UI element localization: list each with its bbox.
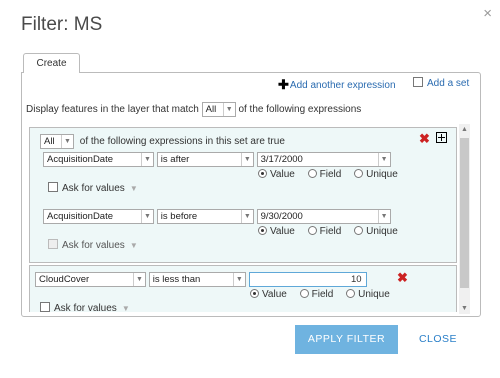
value-type-radios-2: Value Field Unique bbox=[258, 226, 398, 237]
tab-create[interactable]: Create bbox=[23, 53, 80, 73]
operator-select-value: is after bbox=[160, 154, 190, 165]
operator-select-value: is before bbox=[160, 211, 198, 222]
radio-field[interactable] bbox=[299, 289, 309, 298]
radio-unique[interactable] bbox=[346, 289, 356, 298]
add-expression-link[interactable]: ✚Add another expression bbox=[278, 77, 396, 93]
plus-icon: ✚ bbox=[278, 77, 289, 92]
delete-expression-icon[interactable]: ✖ bbox=[397, 271, 408, 285]
expression-set: All ▼ of the following expressions in thi… bbox=[29, 127, 457, 263]
radio-value-label: Value bbox=[270, 226, 295, 237]
scroll-down-icon[interactable]: ▼ bbox=[459, 305, 470, 312]
value-input[interactable]: 10 bbox=[248, 272, 367, 287]
chevron-down-icon: ▼ bbox=[232, 273, 245, 286]
chevron-down-icon: ▼ bbox=[222, 103, 235, 116]
radio-value[interactable] bbox=[258, 169, 267, 178]
expression-row: CloudCover ▼ is less than ▼ 10 bbox=[35, 272, 367, 287]
chevron-down-icon: ▼ bbox=[141, 210, 153, 223]
dialog-title: Filter: MS bbox=[21, 14, 103, 35]
delete-set-icon[interactable]: ✖ bbox=[419, 131, 430, 146]
apply-filter-button[interactable]: APPLY FILTER bbox=[295, 325, 398, 354]
expression: CloudCover ▼ is less than ▼ 10 ✖ Value Fie… bbox=[29, 265, 457, 312]
radio-unique[interactable] bbox=[354, 169, 364, 178]
operator-select[interactable]: is after ▼ bbox=[156, 152, 254, 167]
radio-field-label: Field bbox=[319, 169, 342, 180]
ask-label: Ask for values bbox=[54, 303, 117, 312]
ask-for-values-2[interactable]: Ask for values ▼ bbox=[48, 239, 138, 251]
ask-label: Ask for values bbox=[62, 240, 125, 251]
radio-field[interactable] bbox=[307, 226, 317, 235]
chevron-down-icon: ▼ bbox=[240, 153, 253, 166]
radio-value-label: Value bbox=[262, 289, 287, 300]
match-select-value: All bbox=[205, 104, 217, 115]
scrollbar-thumb[interactable] bbox=[460, 138, 469, 288]
set-match-line: All ▼ of the following expressions in thi… bbox=[40, 134, 285, 149]
radio-field[interactable] bbox=[307, 169, 317, 178]
match-prefix: Display features in the layer that match bbox=[26, 104, 199, 116]
value-type-radios-3: Value Field Unique bbox=[250, 289, 390, 300]
triangle-down-icon: ▼ bbox=[121, 304, 130, 312]
operator-select-value: is less than bbox=[152, 274, 201, 285]
scrollbar[interactable]: ▲ ▼ bbox=[459, 124, 470, 314]
radio-value[interactable] bbox=[250, 289, 259, 298]
radio-unique[interactable] bbox=[354, 226, 364, 235]
match-suffix: of the following expressions bbox=[238, 104, 362, 116]
close-icon[interactable]: × bbox=[483, 6, 492, 21]
chevron-down-icon: ▼ bbox=[377, 153, 390, 166]
add-set-label: Add a set bbox=[427, 78, 470, 89]
radio-field-label: Field bbox=[311, 289, 334, 300]
set-match-select-value: All bbox=[44, 136, 55, 147]
match-line: Display features in the layer that match… bbox=[26, 102, 361, 117]
add-expression-label: Add another expression bbox=[289, 80, 396, 91]
close-button[interactable]: CLOSE bbox=[410, 325, 466, 354]
chevron-down-icon: ▼ bbox=[133, 273, 145, 286]
add-set-box[interactable] bbox=[413, 77, 423, 87]
ask-for-values-3[interactable]: Ask for values ▼ bbox=[40, 302, 130, 312]
radio-unique-label: Unique bbox=[366, 226, 398, 237]
chevron-down-icon: ▼ bbox=[141, 153, 153, 166]
ask-for-values-1[interactable]: Ask for values ▼ bbox=[48, 182, 138, 194]
add-set-checkbox[interactable]: Add a set bbox=[413, 77, 469, 89]
set-match-text: of the following expressions in this set… bbox=[79, 136, 285, 148]
value-input-text: 9/30/2000 bbox=[260, 211, 303, 222]
add-to-set-icon[interactable] bbox=[435, 132, 447, 143]
radio-value-label: Value bbox=[270, 169, 295, 180]
radio-field-label: Field bbox=[319, 226, 342, 237]
radio-unique-label: Unique bbox=[358, 289, 390, 300]
value-type-radios-1: Value Field Unique bbox=[258, 169, 398, 180]
field-select[interactable]: AcquisitionDate ▼ bbox=[43, 152, 154, 167]
ask-checkbox[interactable] bbox=[40, 302, 50, 312]
chevron-down-icon: ▼ bbox=[61, 135, 73, 148]
field-select[interactable]: CloudCover ▼ bbox=[35, 272, 146, 287]
match-select[interactable]: All ▼ bbox=[201, 102, 236, 117]
set-match-select[interactable]: All ▼ bbox=[40, 134, 74, 149]
set-expression-2: AcquisitionDate ▼ is before ▼ 9/30/2000 ▼ bbox=[43, 209, 391, 224]
radio-value[interactable] bbox=[258, 226, 267, 235]
ask-checkbox[interactable] bbox=[48, 182, 58, 192]
value-input[interactable]: 3/17/2000 ▼ bbox=[256, 152, 391, 167]
triangle-down-icon: ▼ bbox=[129, 184, 138, 193]
radio-unique-label: Unique bbox=[366, 169, 398, 180]
operator-select[interactable]: is before ▼ bbox=[156, 209, 254, 224]
scroll-up-icon[interactable]: ▲ bbox=[459, 126, 470, 133]
set-controls: ✖ bbox=[419, 132, 447, 146]
expressions-scroll-area[interactable]: All ▼ of the following expressions in thi… bbox=[28, 120, 473, 312]
chevron-down-icon: ▼ bbox=[377, 210, 390, 223]
field-select-value: CloudCover bbox=[39, 274, 90, 285]
triangle-down-icon: ▼ bbox=[129, 241, 138, 250]
field-select-value: AcquisitionDate bbox=[47, 154, 114, 165]
chevron-down-icon: ▼ bbox=[240, 210, 253, 223]
field-select[interactable]: AcquisitionDate ▼ bbox=[43, 209, 154, 224]
ask-label: Ask for values bbox=[62, 183, 125, 194]
set-expression-1: AcquisitionDate ▼ is after ▼ 3/17/2000 ▼ bbox=[43, 152, 391, 167]
value-input[interactable]: 9/30/2000 ▼ bbox=[256, 209, 391, 224]
value-input-text: 3/17/2000 bbox=[260, 154, 303, 165]
operator-select[interactable]: is less than ▼ bbox=[148, 272, 246, 287]
field-select-value: AcquisitionDate bbox=[47, 211, 114, 222]
ask-checkbox[interactable] bbox=[48, 239, 58, 249]
